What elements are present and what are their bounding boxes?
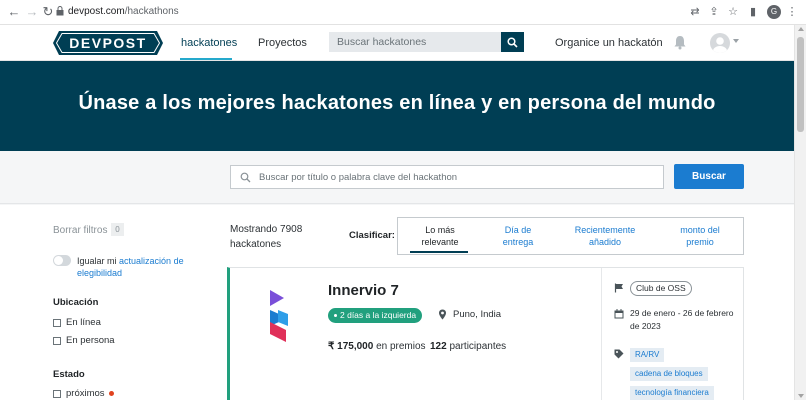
- calendar-icon: [614, 309, 624, 319]
- search-submit-button[interactable]: Buscar: [674, 164, 744, 189]
- hero-banner: Únase a los mejores hackatones en línea …: [0, 61, 794, 151]
- user-avatar[interactable]: [710, 33, 730, 53]
- scroll-down-arrow-icon[interactable]: [798, 394, 804, 398]
- participants-count: 122: [430, 341, 447, 352]
- url-host: devpost.com: [68, 6, 125, 17]
- devpost-logo[interactable]: DEVPOST: [53, 31, 163, 55]
- card-divider: [601, 268, 602, 400]
- filter-online-label: En línea: [66, 317, 101, 328]
- filter-online[interactable]: En línea: [53, 317, 101, 328]
- sort-tab-recently-added[interactable]: Recientemente añadido: [568, 224, 642, 248]
- match-text: Igualar mi: [77, 256, 117, 266]
- sort-tab-prize-amount[interactable]: monto del premio: [668, 224, 732, 248]
- participants-suffix: participantes: [449, 341, 507, 352]
- hackathon-dates: 29 de enero - 26 de febrero de 2023: [630, 308, 734, 331]
- sort-tabs: Lo más relevante Día de entrega Reciente…: [397, 217, 744, 255]
- upcoming-dot-icon: [108, 391, 114, 396]
- back-arrow-icon[interactable]: ←: [6, 4, 22, 20]
- sort-tab-relevant[interactable]: Lo más relevante: [412, 224, 468, 248]
- browser-profile-avatar[interactable]: G: [767, 5, 781, 19]
- sort-tab-submission-date[interactable]: Día de entrega: [493, 224, 543, 248]
- sort-label: Clasificar:: [349, 230, 395, 241]
- hackathon-logo: [270, 290, 288, 342]
- chevron-down-icon[interactable]: [733, 39, 739, 43]
- status-filter-title: Estado: [53, 369, 85, 380]
- eligibility-toggle[interactable]: [53, 255, 71, 266]
- logo-text: DEVPOST: [69, 35, 146, 51]
- location-pin-icon: [439, 309, 446, 320]
- prize-suffix: en premios: [376, 341, 426, 352]
- search-icon: [507, 36, 518, 48]
- main-content: Borrar filtros 0 Igualar mi actualizació…: [0, 205, 794, 400]
- prize-info: ₹ 175,000 en premios: [328, 341, 426, 352]
- bookmark-star-icon[interactable]: ☆: [726, 5, 740, 19]
- filter-in-person[interactable]: En persona: [53, 335, 115, 346]
- reload-icon[interactable]: ↻: [40, 4, 56, 20]
- side-panel-icon[interactable]: ▮: [746, 5, 760, 19]
- nav-hackathons[interactable]: hackatones: [181, 37, 237, 49]
- browser-toolbar: ← → ↻ devpost.com/hackathons ⇄ ⇪ ☆ ▮ G ⋮: [0, 0, 806, 25]
- filter-count-badge: 0: [111, 223, 124, 236]
- filter-upcoming[interactable]: próximos: [53, 388, 114, 399]
- host-badge[interactable]: Club de OSS: [630, 281, 692, 296]
- prize-amount: ₹ 175,000: [328, 341, 374, 352]
- tag-icon: [614, 349, 624, 359]
- hackathon-card[interactable]: Innervio 7 2 días a la izquierda Puno, I…: [227, 267, 744, 400]
- theme-tag[interactable]: cadena de bloques: [630, 367, 708, 381]
- scroll-up-arrow-icon[interactable]: [798, 27, 804, 31]
- checkbox[interactable]: [53, 389, 61, 398]
- nav-projects[interactable]: Proyectos: [258, 37, 307, 49]
- location-text: Puno, India: [453, 309, 502, 320]
- avatar-person-icon: [713, 37, 727, 53]
- organize-hackathon-link[interactable]: Organice un hackatón: [555, 37, 663, 49]
- bell-icon[interactable]: [673, 35, 687, 50]
- search-strip: Buscar por título o palabra clave del ha…: [0, 151, 794, 204]
- search-placeholder: Buscar por título o palabra clave del ha…: [259, 172, 458, 183]
- search-icon: [240, 172, 251, 183]
- sort-active-indicator: [410, 251, 468, 253]
- address-bar[interactable]: devpost.com/hackathons: [68, 5, 179, 19]
- page-scrollbar[interactable]: [794, 25, 806, 400]
- hero-title: Únase a los mejores hackatones en línea …: [78, 92, 716, 114]
- filter-upcoming-label: próximos: [66, 388, 105, 399]
- clear-filters-link[interactable]: Borrar filtros: [53, 225, 107, 236]
- checkbox[interactable]: [53, 318, 61, 327]
- menu-kebab-icon[interactable]: ⋮: [785, 5, 799, 19]
- site-header: DEVPOST hackatones Proyectos Buscar hack…: [0, 25, 794, 61]
- location-filter-title: Ubicación: [53, 297, 99, 308]
- match-eligibility-label: Igualar mi actualización de elegibilidad: [77, 255, 187, 279]
- url-path: /hackathons: [124, 6, 179, 17]
- participants-info: 122 participantes: [430, 341, 506, 352]
- hackathon-search-input[interactable]: Buscar por título o palabra clave del ha…: [230, 165, 664, 189]
- share-icon[interactable]: ⇪: [707, 5, 721, 19]
- forward-arrow-icon[interactable]: →: [24, 4, 40, 20]
- header-search-button[interactable]: [501, 32, 524, 52]
- translate-icon[interactable]: ⇄: [688, 5, 702, 19]
- lock-icon: [56, 6, 64, 16]
- header-search-input[interactable]: Buscar hackatones: [329, 32, 501, 52]
- filter-in-person-label: En persona: [66, 335, 115, 346]
- scrollbar-thumb[interactable]: [797, 37, 804, 132]
- time-left-text: 2 días a la izquierda: [340, 310, 417, 320]
- time-left-badge: 2 días a la izquierda: [328, 308, 423, 323]
- flag-icon: [614, 283, 623, 293]
- checkbox[interactable]: [53, 336, 61, 345]
- theme-tag[interactable]: RA/RV: [630, 348, 665, 362]
- results-count: Mostrando 7908 hackatones: [230, 224, 303, 250]
- hackathon-location: Puno, India: [438, 309, 501, 320]
- theme-tag[interactable]: tecnología financiera: [630, 386, 714, 400]
- hackathon-title[interactable]: Innervio 7: [328, 282, 399, 299]
- nav-active-indicator: [180, 58, 232, 60]
